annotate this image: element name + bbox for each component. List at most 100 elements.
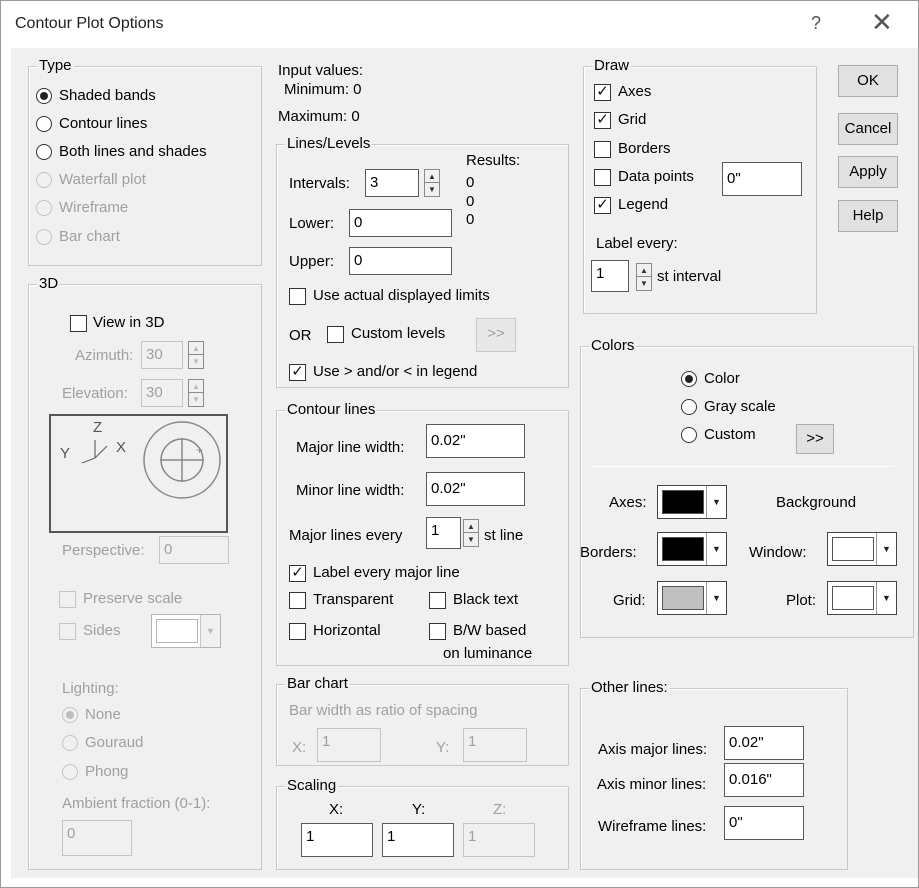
- custom-colors-more-button[interactable]: >>: [796, 424, 834, 454]
- axes-color-picker[interactable]: ▼: [657, 485, 727, 519]
- borders-checkbox[interactable]: [594, 141, 611, 158]
- chevron-down-icon[interactable]: ▼: [876, 533, 896, 565]
- legend-symbols-label[interactable]: Use > and/or < in legend: [313, 363, 477, 381]
- wireframe-lines-field[interactable]: 0": [724, 806, 804, 840]
- custom-colors-label[interactable]: Custom: [704, 426, 756, 444]
- label-major-checkbox[interactable]: ✓: [289, 565, 306, 582]
- ok-button[interactable]: OK: [838, 65, 898, 97]
- cancel-button[interactable]: Cancel: [838, 113, 898, 145]
- label-every-spinner[interactable]: ▲ ▼: [636, 263, 652, 291]
- spin-down-icon[interactable]: ▼: [637, 277, 651, 290]
- bw-luminance-label-1[interactable]: B/W based: [453, 622, 526, 640]
- label-major-label[interactable]: Label every major line: [313, 564, 460, 582]
- preserve-scale-checkbox: [59, 591, 76, 608]
- rotation-dial-icon: +: [143, 421, 221, 499]
- intervals-spinner[interactable]: ▲ ▼: [424, 169, 440, 197]
- view-3d-label[interactable]: View in 3D: [93, 314, 164, 332]
- data-points-field[interactable]: 0": [722, 162, 802, 196]
- transparent-checkbox[interactable]: [289, 592, 306, 609]
- major-width-field[interactable]: 0.02": [426, 424, 525, 458]
- data-points-label[interactable]: Data points: [618, 168, 694, 186]
- transparent-label[interactable]: Transparent: [313, 591, 393, 609]
- spin-up-icon[interactable]: ▲: [425, 170, 439, 183]
- chevron-down-icon[interactable]: ▼: [876, 582, 896, 614]
- legend-checkbox[interactable]: ✓: [594, 197, 611, 214]
- grid-checkbox[interactable]: ✓: [594, 112, 611, 129]
- spin-up-icon[interactable]: ▲: [637, 264, 651, 277]
- azimuth-field: 30: [141, 341, 183, 369]
- scaling-x-field[interactable]: 1: [301, 823, 373, 857]
- borders-color-picker[interactable]: ▼: [657, 532, 727, 566]
- major-every-field[interactable]: 1: [426, 517, 461, 549]
- gray-scale-radio[interactable]: [681, 399, 697, 415]
- scaling-y-field[interactable]: 1: [382, 823, 454, 857]
- colors-divider: [590, 466, 894, 467]
- shaded-bands-label[interactable]: Shaded bands: [59, 87, 156, 105]
- sides-color-picker: ▼: [151, 614, 221, 648]
- bw-luminance-checkbox[interactable]: [429, 623, 446, 640]
- upper-label: Upper:: [289, 253, 335, 270]
- both-lines-radio[interactable]: [36, 144, 52, 160]
- dialog-title: Contour Plot Options: [15, 15, 164, 32]
- black-text-label[interactable]: Black text: [453, 591, 518, 609]
- actual-limits-checkbox[interactable]: [289, 288, 306, 305]
- intervals-field[interactable]: 3: [365, 169, 419, 197]
- custom-levels-label[interactable]: Custom levels: [351, 325, 445, 343]
- window-color-swatch: [832, 537, 874, 561]
- axes-label[interactable]: Axes: [618, 83, 651, 101]
- bar-y-field: 1: [463, 728, 527, 762]
- spin-down-icon[interactable]: ▼: [425, 183, 439, 196]
- spin-up-icon[interactable]: ▲: [464, 520, 478, 533]
- shaded-bands-radio[interactable]: [36, 88, 52, 104]
- major-every-spinner[interactable]: ▲ ▼: [463, 519, 479, 547]
- help-icon[interactable]: ?: [811, 13, 821, 34]
- help-button[interactable]: Help: [838, 200, 898, 232]
- gray-scale-label[interactable]: Gray scale: [704, 398, 776, 416]
- ambient-label: Ambient fraction (0-1):: [62, 795, 211, 812]
- horizontal-checkbox[interactable]: [289, 623, 306, 640]
- legend-symbols-checkbox[interactable]: ✓: [289, 364, 306, 381]
- axis-y-label: Y: [60, 445, 71, 462]
- plot-color-picker[interactable]: ▼: [827, 581, 897, 615]
- grid-color-picker[interactable]: ▼: [657, 581, 727, 615]
- custom-colors-radio[interactable]: [681, 427, 697, 443]
- scaling-y-label: Y:: [412, 801, 426, 818]
- view-3d-checkbox[interactable]: [70, 315, 87, 332]
- major-width-label: Major line width:: [296, 439, 405, 456]
- spin-down-icon: ▼: [192, 395, 200, 404]
- sides-label: Sides: [83, 622, 121, 639]
- chevron-down-icon[interactable]: ▼: [706, 582, 726, 614]
- black-text-checkbox[interactable]: [429, 592, 446, 609]
- close-icon[interactable]: ✕: [871, 7, 893, 38]
- minor-width-field[interactable]: 0.02": [426, 472, 525, 506]
- color-label[interactable]: Color: [704, 370, 740, 388]
- grid-label[interactable]: Grid: [618, 111, 646, 129]
- chevron-down-icon[interactable]: ▼: [706, 533, 726, 565]
- custom-levels-checkbox[interactable]: [327, 326, 344, 343]
- both-lines-label[interactable]: Both lines and shades: [59, 143, 207, 161]
- spin-down-icon: ▼: [192, 357, 200, 366]
- bw-luminance-label-2[interactable]: on luminance: [443, 645, 532, 663]
- contour-lines-radio[interactable]: [36, 116, 52, 132]
- contour-lines-label[interactable]: Contour lines: [59, 115, 147, 133]
- chevron-down-icon[interactable]: ▼: [706, 486, 726, 518]
- legend-label[interactable]: Legend: [618, 196, 668, 214]
- axes-checkbox[interactable]: ✓: [594, 84, 611, 101]
- spin-down-icon[interactable]: ▼: [464, 533, 478, 546]
- axis-major-field[interactable]: 0.02": [724, 726, 804, 760]
- lower-field[interactable]: 0: [349, 209, 452, 237]
- lighting-none-radio: [62, 707, 78, 723]
- actual-limits-label[interactable]: Use actual displayed limits: [313, 287, 490, 305]
- st-interval-label: st interval: [657, 268, 722, 285]
- data-points-checkbox[interactable]: [594, 169, 611, 186]
- axis-minor-field[interactable]: 0.016": [724, 763, 804, 797]
- elevation-field: 30: [141, 379, 183, 407]
- window-color-picker[interactable]: ▼: [827, 532, 897, 566]
- custom-levels-more-button: >>: [476, 318, 516, 352]
- label-every-field[interactable]: 1: [591, 260, 629, 292]
- borders-label[interactable]: Borders: [618, 140, 671, 158]
- apply-button[interactable]: Apply: [838, 156, 898, 188]
- upper-field[interactable]: 0: [349, 247, 452, 275]
- color-radio[interactable]: [681, 371, 697, 387]
- horizontal-label[interactable]: Horizontal: [313, 622, 381, 640]
